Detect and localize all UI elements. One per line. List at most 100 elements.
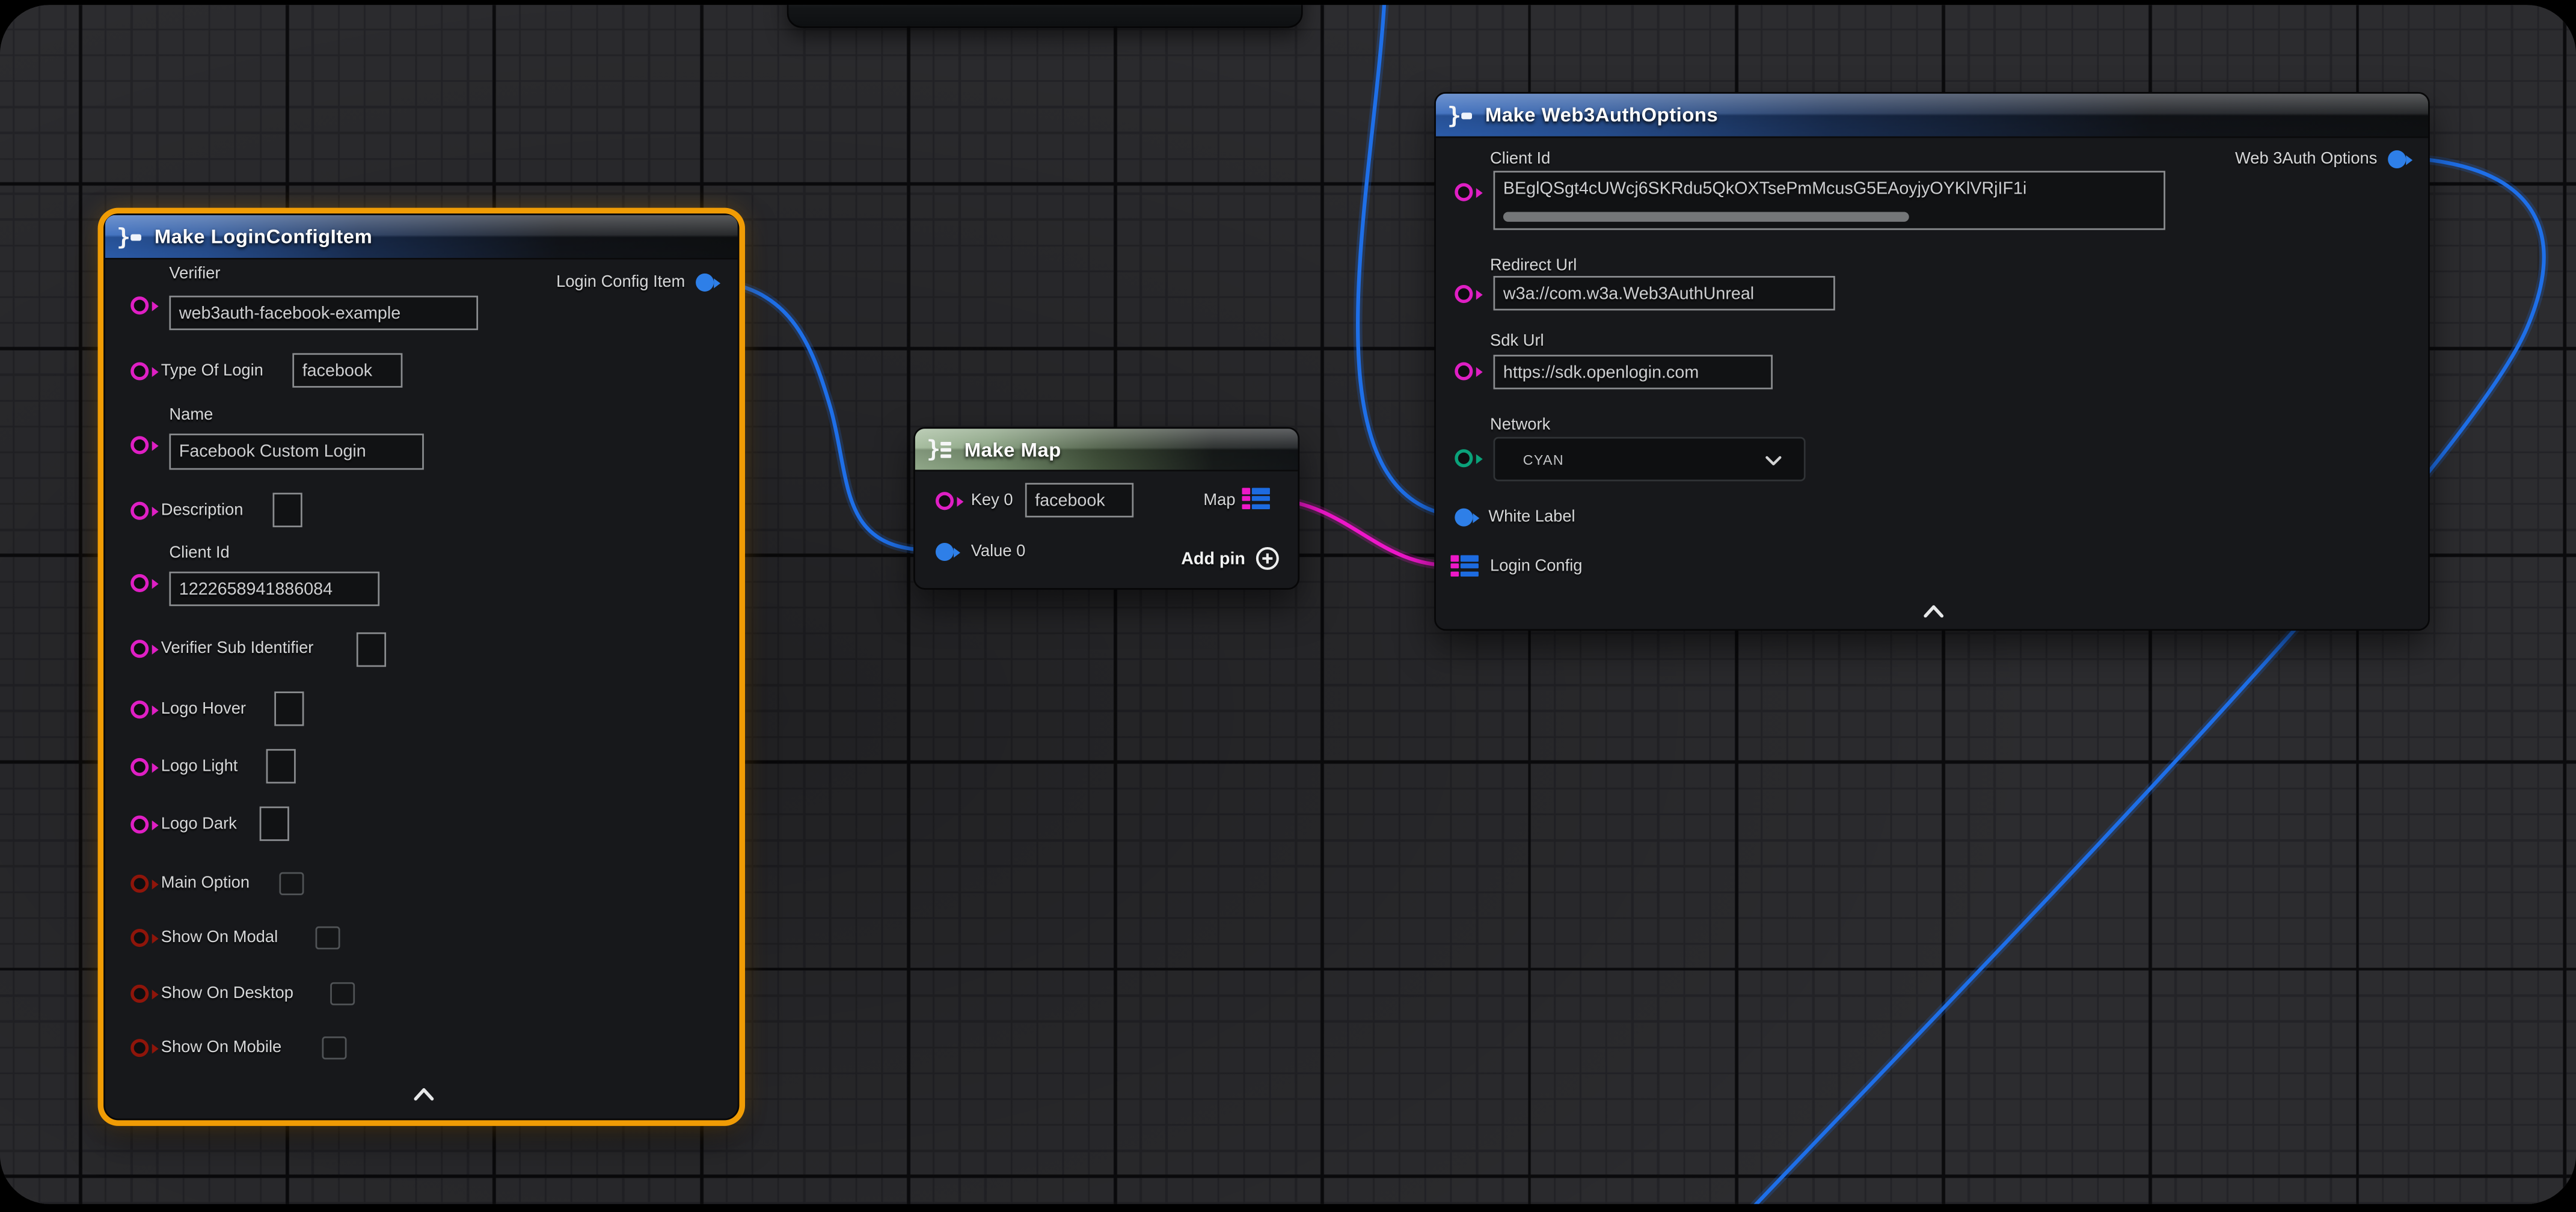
- field-sdk-url[interactable]: https://sdk.openlogin.com: [1494, 355, 1773, 389]
- field-logo-dark[interactable]: [260, 806, 289, 840]
- add-pin-icon: [1255, 546, 1280, 571]
- pin-output-map[interactable]: [1242, 488, 1270, 510]
- pin-input-verifier[interactable]: [130, 296, 149, 314]
- field-logo-hover[interactable]: [274, 691, 304, 726]
- blueprint-editor-stage: } Make LoginConfigItem Verifier web3auth-fa…: [0, 0, 2576, 1212]
- pin-input-show-on-desktop[interactable]: [130, 985, 149, 1003]
- label-output-web-3auth-options: Web 3Auth Options: [2235, 150, 2377, 168]
- pin-input-white-label[interactable]: [1455, 509, 1473, 527]
- pin-input-redirect-url[interactable]: [1455, 285, 1473, 303]
- label-login-config: Login Config: [1490, 558, 1582, 576]
- label-show-on-mobile: Show On Mobile: [161, 1039, 281, 1057]
- chevron-down-icon: [1764, 444, 1782, 474]
- svg-text:}: }: [928, 437, 940, 462]
- field-scrollbar[interactable]: [1503, 212, 1909, 221]
- checkbox-main-option[interactable]: [279, 872, 304, 895]
- pin-input-show-on-mobile[interactable]: [130, 1039, 149, 1057]
- checkbox-show-on-desktop[interactable]: [330, 982, 355, 1005]
- dropdown-network[interactable]: CYAN: [1494, 437, 1806, 482]
- field-text-name: Facebook Custom Login: [179, 442, 366, 462]
- pin-nub: [151, 578, 158, 588]
- wire-login-config-item-to-value0[interactable]: [707, 281, 933, 550]
- field-client-id[interactable]: 1222658941886084: [169, 572, 379, 606]
- pin-input-type-of-login[interactable]: [130, 362, 149, 380]
- field-type-of-login[interactable]: facebook: [292, 353, 402, 387]
- field-description[interactable]: [273, 493, 302, 527]
- label-value-0: Value 0: [971, 543, 1026, 561]
- pin-output-login-config-item[interactable]: [696, 274, 714, 292]
- collapse-node-chevron[interactable]: [1922, 604, 1945, 617]
- pin-nub: [1475, 187, 1482, 197]
- pin-input-sdk-url[interactable]: [1455, 362, 1473, 380]
- label-verifier: Verifier: [169, 265, 220, 283]
- add-pin-label: Add pin: [1181, 549, 1245, 569]
- wire-login-config-item-to-value0[interactable]: [707, 281, 933, 550]
- pin-input-network[interactable]: [1455, 449, 1473, 467]
- add-pin-button[interactable]: Add pin: [1181, 546, 1280, 571]
- pin-input-name[interactable]: [130, 436, 149, 454]
- pin-input-logo-dark[interactable]: [130, 816, 149, 834]
- node-title: Make LoginConfigItem: [155, 225, 372, 248]
- pin-nub: [1475, 289, 1482, 299]
- field-verifier-sub-identifier[interactable]: [357, 632, 386, 667]
- collapse-node-chevron[interactable]: [412, 1088, 435, 1101]
- label-type-of-login: Type Of Login: [161, 362, 263, 380]
- label-key-0: Key 0: [971, 492, 1013, 510]
- dropdown-value-network: CYAN: [1523, 451, 1564, 467]
- field-text-key-0: facebook: [1035, 491, 1105, 510]
- field-key-0[interactable]: facebook: [1025, 483, 1133, 517]
- field-text-redirect-url: w3a://com.w3a.Web3AuthUnreal: [1503, 283, 1754, 303]
- pin-input-main-option[interactable]: [130, 875, 149, 893]
- pin-nub: [151, 933, 158, 943]
- node-title: Make Web3AuthOptions: [1485, 103, 1718, 126]
- label-name: Name: [169, 406, 213, 424]
- field-client-id[interactable]: BEglQSgt4cUWcj6SKRdu5QkOXTsePmMcusG5EAoy…: [1494, 171, 2165, 230]
- node-title: Make Map: [964, 438, 1061, 461]
- node-header[interactable]: } Make LoginConfigItem: [105, 215, 738, 260]
- pin-input-logo-light[interactable]: [130, 758, 149, 776]
- pin-nub: [151, 762, 158, 772]
- label-white-label: White Label: [1488, 509, 1575, 527]
- field-text-sdk-url: https://sdk.openlogin.com: [1503, 362, 1699, 382]
- label-logo-hover: Logo Hover: [161, 700, 246, 718]
- field-text-client-id: BEglQSgt4cUWcj6SKRdu5QkOXTsePmMcusG5EAoy…: [1503, 179, 2026, 199]
- pin-nub: [151, 366, 158, 376]
- node-make-map[interactable]: }Make MapKey 0facebookValue 0MapAdd pin: [913, 427, 1299, 589]
- checkbox-show-on-modal[interactable]: [316, 926, 340, 949]
- pin-input-client-id[interactable]: [130, 574, 149, 592]
- pin-input-show-on-modal[interactable]: [130, 929, 149, 947]
- pin-input-key-0[interactable]: [936, 492, 954, 510]
- svg-text:}: }: [118, 224, 130, 249]
- field-redirect-url[interactable]: w3a://com.w3a.Web3AuthUnreal: [1494, 276, 1835, 310]
- pin-nub: [1475, 366, 1482, 376]
- pin-output-web-3auth-options[interactable]: [2388, 150, 2406, 168]
- node-header[interactable]: } Make Map: [915, 429, 1298, 471]
- node-make-web3authoptions[interactable]: }Make Web3AuthOptionsClient IdBEglQSgt4c…: [1434, 92, 2430, 631]
- checkbox-show-on-mobile[interactable]: [322, 1036, 347, 1059]
- pin-nub: [151, 705, 158, 714]
- label-redirect-url: Redirect Url: [1490, 257, 1577, 275]
- node-header[interactable]: }Make Web3AuthOptions: [1436, 94, 2428, 138]
- field-logo-light[interactable]: [266, 749, 296, 783]
- label-logo-dark: Logo Dark: [161, 816, 237, 834]
- pin-input-logo-hover[interactable]: [130, 700, 149, 718]
- label-client-id: Client Id: [169, 545, 229, 563]
- label-output-login-config-item: Login Config Item: [556, 274, 685, 292]
- node-make-loginconfigitem[interactable]: } Make LoginConfigItem Verifier web3auth-fa…: [103, 213, 739, 1120]
- pin-input-value-0[interactable]: [936, 543, 954, 561]
- field-text-verifier: web3auth-facebook-example: [179, 303, 400, 323]
- pin-nub: [151, 879, 158, 889]
- graph-viewport: } Make LoginConfigItem Verifier web3auth-fa…: [0, 5, 2576, 1204]
- field-name[interactable]: Facebook Custom Login: [169, 433, 423, 470]
- pin-nub: [1472, 512, 1479, 522]
- pin-input-client-id[interactable]: [1455, 183, 1473, 201]
- pin-nub: [1475, 453, 1482, 463]
- field-verifier[interactable]: web3auth-facebook-example: [169, 296, 478, 330]
- pin-nub: [956, 496, 963, 506]
- pin-input-login-config[interactable]: [1450, 555, 1478, 577]
- pin-nub: [151, 301, 158, 310]
- offscreen-node-fragment[interactable]: [787, 5, 1303, 28]
- label-description: Description: [161, 502, 244, 520]
- pin-input-description[interactable]: [130, 502, 149, 520]
- pin-input-verifier-sub-identifier[interactable]: [130, 640, 149, 658]
